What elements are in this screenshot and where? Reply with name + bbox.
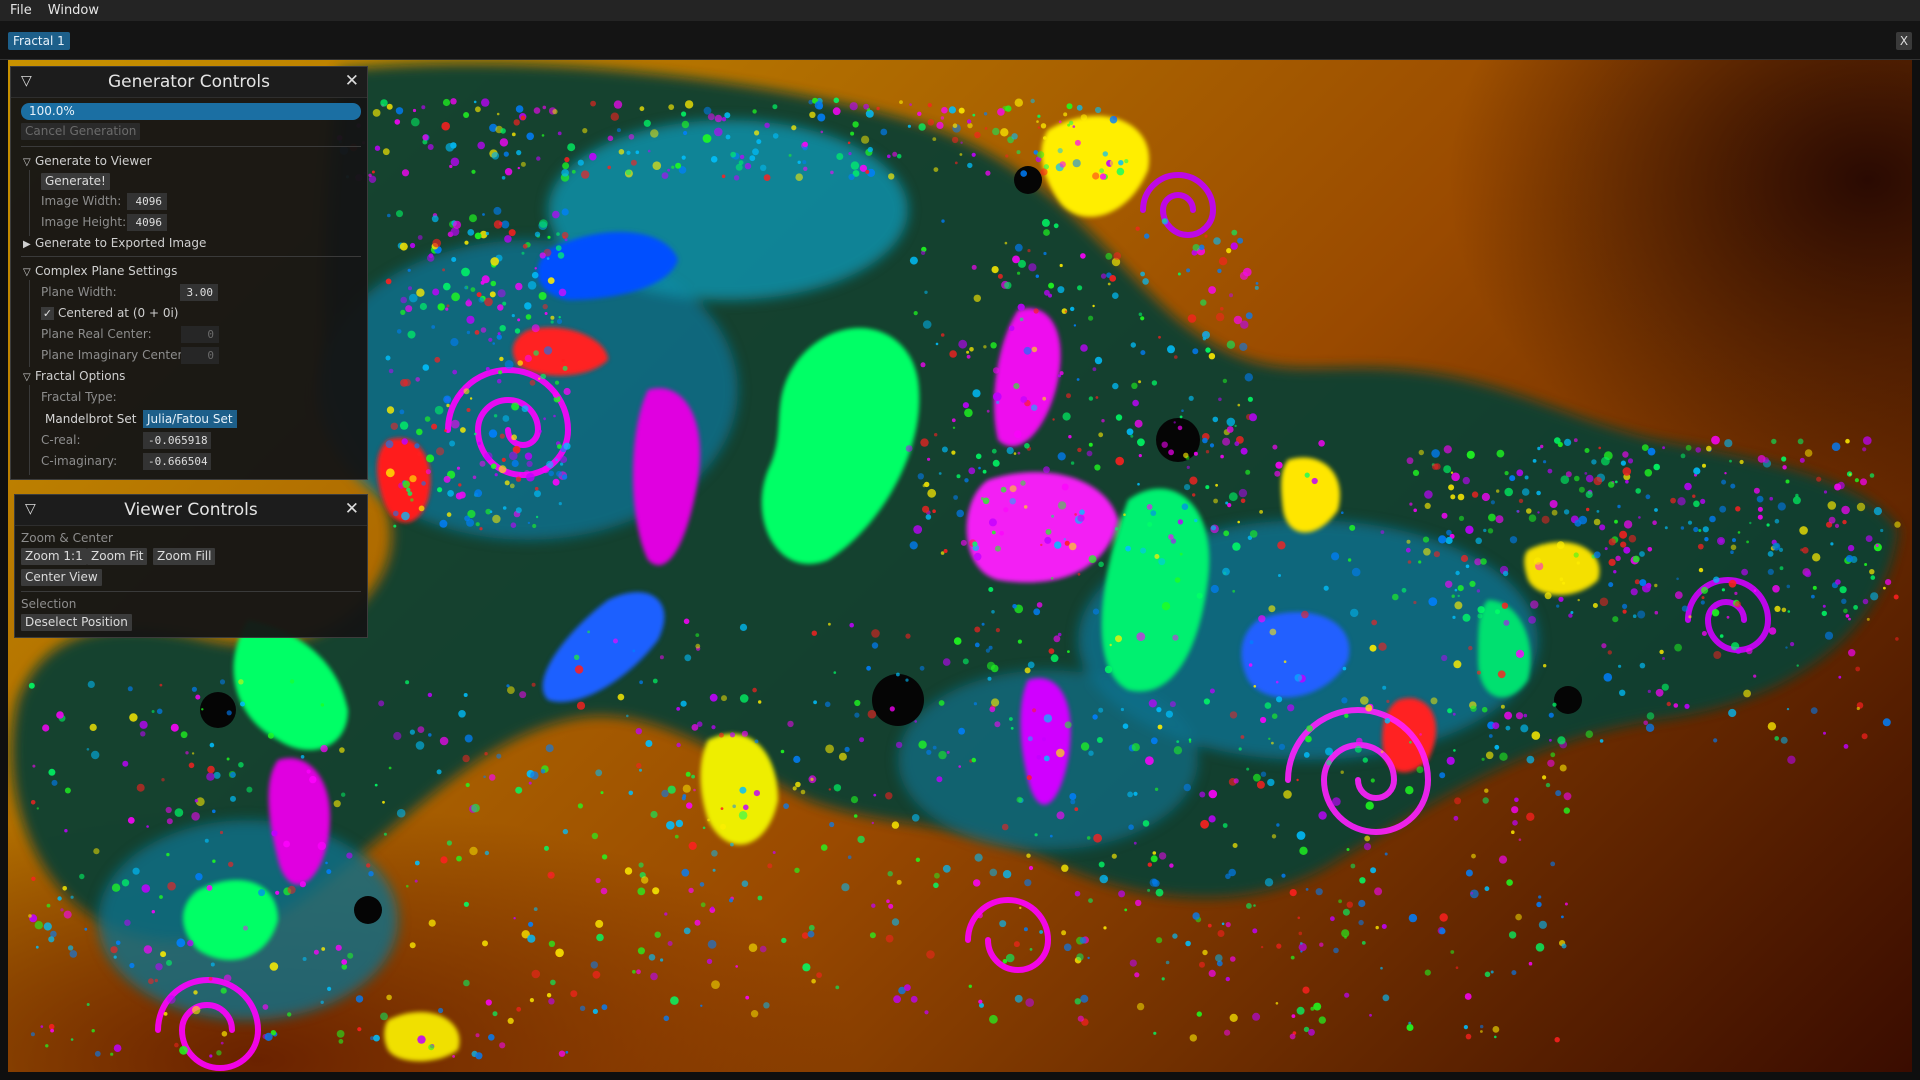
section-fractal-options[interactable]: ▽ Fractal Options xyxy=(23,369,125,383)
viewer-controls-titlebar[interactable]: ▽ Viewer Controls ✕ xyxy=(15,495,367,526)
centered-checkbox[interactable]: ✓ xyxy=(41,307,54,320)
menu-window[interactable]: Window xyxy=(38,3,105,18)
divider xyxy=(21,146,361,147)
image-width-label: Image Width: xyxy=(41,194,122,208)
selection-header: Selection xyxy=(21,597,77,611)
c-imaginary-input[interactable]: -0.666504 xyxy=(143,453,211,470)
deselect-position-button[interactable]: Deselect Position xyxy=(21,614,132,631)
plane-real-center-input[interactable]: 0 xyxy=(181,326,219,343)
tab-close-button[interactable]: X xyxy=(1896,32,1912,50)
viewer-controls-panel: ▽ Viewer Controls ✕ Zoom & Center Zoom 1… xyxy=(14,494,368,638)
menu-file[interactable]: File xyxy=(0,3,38,18)
generation-progress-bar: 100.0% xyxy=(21,103,361,120)
tab-fractal-1[interactable]: Fractal 1 xyxy=(8,32,70,50)
c-real-label: C-real: xyxy=(41,433,81,447)
panel-title: Viewer Controls xyxy=(124,500,258,520)
cancel-generation-button[interactable]: Cancel Generation xyxy=(21,123,141,140)
zoom-center-header: Zoom & Center xyxy=(21,531,113,545)
c-real-input[interactable]: -0.065918 xyxy=(143,432,211,449)
triangle-down-icon: ▽ xyxy=(23,372,31,383)
zoom-1-1-button[interactable]: Zoom 1:1 xyxy=(21,548,87,565)
plane-width-input[interactable]: 3.00 xyxy=(180,284,218,301)
tab-bar: Fractal 1 X xyxy=(0,21,1920,60)
zoom-fill-button[interactable]: Zoom Fill xyxy=(153,548,216,565)
section-generate-to-viewer[interactable]: ▽ Generate to Viewer xyxy=(23,154,152,168)
close-icon[interactable]: ✕ xyxy=(345,499,359,519)
centered-label: Centered at (0 + 0i) xyxy=(58,306,179,320)
panel-title: Generator Controls xyxy=(107,72,271,92)
collapse-triangle-icon[interactable]: ▽ xyxy=(25,501,36,517)
section-complex-plane-settings[interactable]: ▽ Complex Plane Settings xyxy=(23,264,177,278)
section-generate-to-exported-image[interactable]: ▶ Generate to Exported Image xyxy=(23,236,206,250)
center-view-button[interactable]: Center View xyxy=(21,569,102,586)
image-height-label: Image Height: xyxy=(41,215,127,229)
julia-fatou-set-option[interactable]: Julia/Fatou Set xyxy=(143,410,237,428)
fractal-type-label: Fractal Type: xyxy=(41,390,117,404)
tree-guide xyxy=(29,170,30,236)
divider xyxy=(21,591,361,592)
mandelbrot-set-option[interactable]: Mandelbrot Set xyxy=(41,410,141,428)
tree-guide xyxy=(29,385,30,475)
zoom-fit-button[interactable]: Zoom Fit xyxy=(87,548,148,565)
close-icon[interactable]: ✕ xyxy=(345,71,359,91)
generator-controls-titlebar[interactable]: ▽ Generator Controls ✕ xyxy=(11,67,367,98)
checkmark-icon: ✓ xyxy=(42,307,53,320)
menu-bar: File Window xyxy=(0,0,1920,21)
triangle-down-icon: ▽ xyxy=(23,157,31,168)
generator-controls-panel: ▽ Generator Controls ✕ 100.0% Cancel Gen… xyxy=(10,66,368,480)
plane-width-label: Plane Width: xyxy=(41,285,117,299)
plane-imaginary-center-input[interactable]: 0 xyxy=(181,347,219,364)
divider xyxy=(21,256,361,257)
plane-real-center-label: Plane Real Center: xyxy=(41,327,152,341)
image-height-input[interactable]: 4096 xyxy=(127,214,167,231)
c-imaginary-label: C-imaginary: xyxy=(41,454,118,468)
triangle-right-icon: ▶ xyxy=(23,239,31,250)
triangle-down-icon: ▽ xyxy=(23,267,31,278)
progress-text: 100.0% xyxy=(29,104,75,118)
plane-imaginary-center-label: Plane Imaginary Center: xyxy=(41,348,187,362)
collapse-triangle-icon[interactable]: ▽ xyxy=(21,73,32,89)
image-width-input[interactable]: 4096 xyxy=(127,193,167,210)
generate-button[interactable]: Generate! xyxy=(41,173,110,190)
tree-guide xyxy=(29,280,30,367)
